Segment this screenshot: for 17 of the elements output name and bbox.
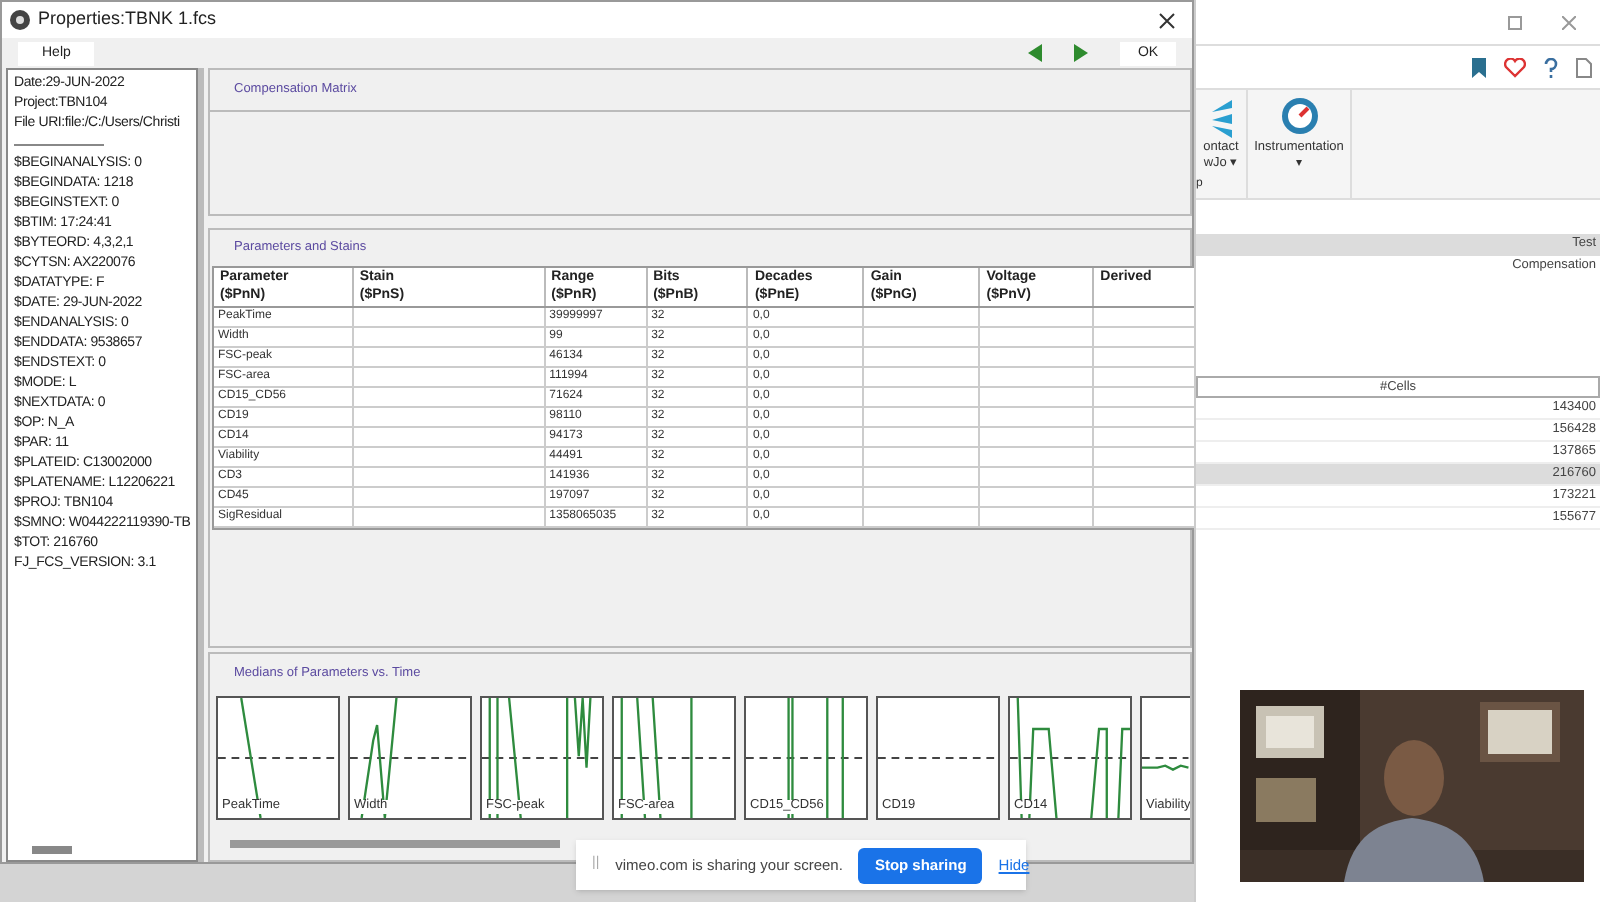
heart-icon[interactable] — [1504, 57, 1526, 77]
gauge-icon[interactable] — [1279, 96, 1319, 136]
document-icon[interactable] — [1576, 57, 1592, 77]
dashed-line — [878, 756, 998, 759]
previous-arrow-icon[interactable] — [1028, 44, 1042, 62]
contact-icon[interactable] — [1211, 96, 1231, 140]
scrollbar-thumb[interactable] — [230, 839, 560, 848]
sparkline-drawing — [1142, 756, 1190, 771]
scrollbar-thumb[interactable] — [32, 846, 72, 854]
bookmark-icon[interactable] — [1472, 57, 1486, 77]
help-icon[interactable] — [1544, 57, 1558, 77]
scrollbar[interactable] — [198, 68, 204, 862]
window-title: Properties:TBNK 1.fcs — [38, 6, 217, 33]
next-arrow-icon[interactable] — [1074, 44, 1088, 62]
app-icon — [10, 10, 30, 30]
maximize-icon[interactable] — [1508, 15, 1522, 29]
close-icon[interactable] — [1158, 11, 1176, 29]
